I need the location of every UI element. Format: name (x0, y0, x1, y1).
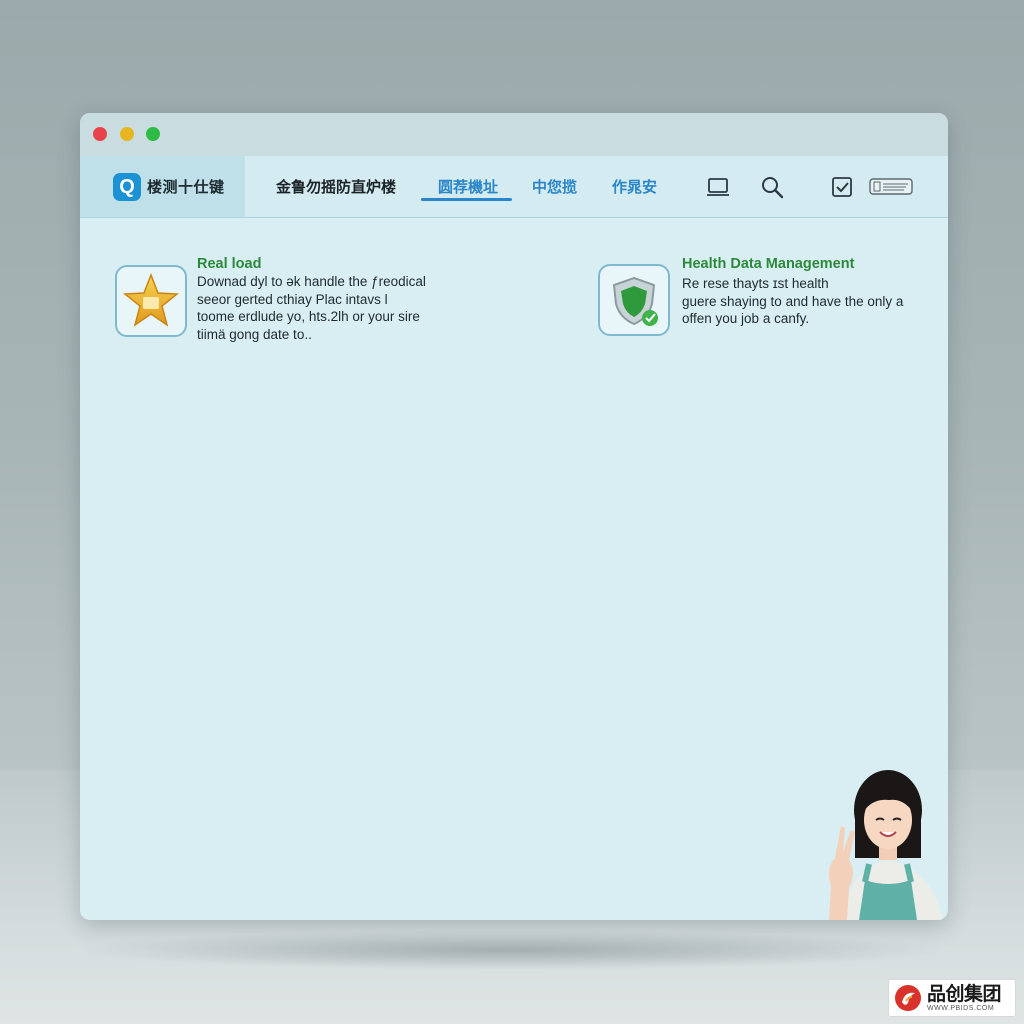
close-window-button[interactable] (93, 127, 107, 141)
shield-check-icon (612, 276, 658, 326)
brand[interactable]: Q 楼测十仕键 (80, 156, 245, 217)
card-shield-tile[interactable] (598, 264, 670, 336)
app-window: Q 楼测十仕键 金鲁勿摇防直炉楼 圆荐機址 中您揽 作晁安 Real load … (80, 113, 948, 920)
card-description-line: guere shaying to and have the only a (682, 293, 904, 309)
card-description: Downad dyl to ək handle the ƒreodical se… (197, 273, 426, 343)
watermark-logo: 品创集团 WWW.PBIDS.COM (888, 979, 1016, 1017)
star-icon (122, 272, 180, 327)
active-tab-indicator (421, 198, 512, 201)
maximize-window-button[interactable] (146, 127, 160, 141)
search-icon[interactable] (759, 174, 785, 200)
tab-1[interactable]: 圆荐機址 (438, 176, 498, 197)
card-description-line: tiimä gong date to.. (197, 326, 312, 342)
brand-logo-icon: Q (113, 172, 141, 201)
card-title: Real load (197, 256, 262, 272)
tab-3[interactable]: 作晁安 (612, 176, 657, 197)
card-description-line: toome erdlude yo, hts.2lh or your sire (197, 309, 420, 324)
card-description-line: offen you job a canfy. (682, 311, 810, 326)
brand-swirl-icon (895, 985, 921, 1011)
watermark-url: WWW.PBIDS.COM (927, 1004, 995, 1012)
card-description-line: Re rese thayts ɪst health (682, 276, 829, 291)
card-description-line: Downad dyl to ək handle the ƒreodical (197, 274, 426, 289)
card-description-line: seeor gerted cthiay Plac intavs l (197, 291, 388, 307)
checkbox-icon[interactable] (829, 174, 855, 200)
badge-icon[interactable] (868, 174, 914, 200)
monitor-icon[interactable] (705, 174, 731, 200)
window-shadow (70, 930, 950, 970)
page-title: 金鲁勿摇防直炉楼 (276, 179, 397, 196)
assistant-avatar-illustration (807, 768, 948, 920)
card-description: Re rese thayts ɪst health guere shaying … (682, 275, 903, 328)
minimize-window-button[interactable] (120, 127, 134, 141)
tab-2[interactable]: 中您揽 (532, 176, 577, 197)
watermark-name: 品创集团 (927, 983, 1002, 1005)
top-navbar: Q 楼测十仕键 金鲁勿摇防直炉楼 圆荐機址 中您揽 作晁安 (80, 156, 948, 218)
card-star-tile[interactable] (115, 265, 187, 337)
card-title: Health Data Management (682, 256, 855, 272)
title-bar (80, 113, 948, 156)
brand-name: 楼测十仕键 (147, 179, 225, 196)
